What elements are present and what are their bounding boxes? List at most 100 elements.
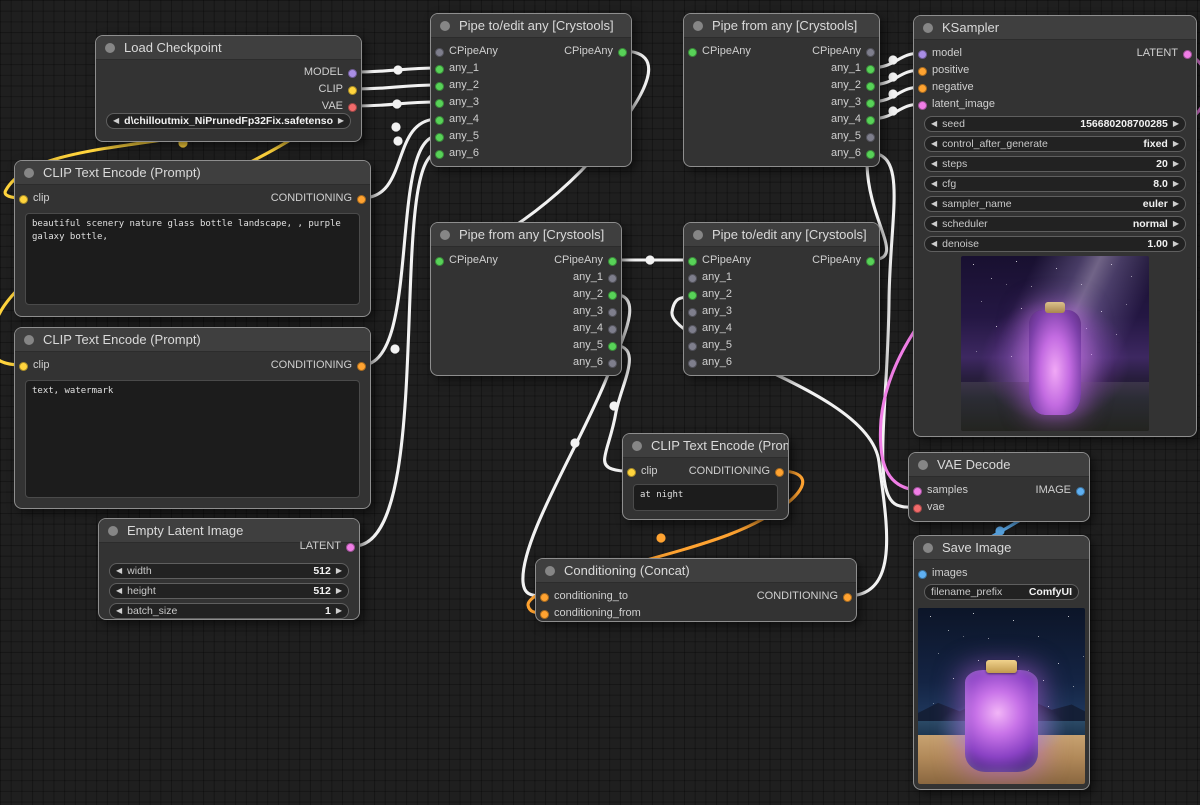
output-slot-conditioning-dot[interactable] <box>775 468 784 477</box>
widget-value[interactable]: ◀d\chilloutmix_NiPrunedFp32Fix.safetenso… <box>106 113 351 129</box>
input-slot-clip-dot[interactable] <box>627 468 636 477</box>
link-dot[interactable] <box>391 122 400 131</box>
node-title-bar[interactable]: CLIP Text Encode (Prompt) <box>623 434 788 458</box>
node-pipe-from-1[interactable]: Pipe from any [Crystools]CPipeAnyCPipeAn… <box>683 13 880 167</box>
output-slot-any_4-dot[interactable] <box>866 116 875 125</box>
input-slot-conditioning_to-dot[interactable] <box>540 593 549 602</box>
stepper-right-icon[interactable]: ▶ <box>336 567 342 575</box>
output-slot-conditioning-dot[interactable] <box>843 593 852 602</box>
link-dot[interactable] <box>888 89 897 98</box>
widget-filename_prefix[interactable]: filename_prefixComfyUI <box>924 584 1079 600</box>
node-clip-encode-3[interactable]: CLIP Text Encode (Prompt)clipCONDITIONIN… <box>622 433 789 520</box>
prompt-textarea[interactable]: text, watermark <box>25 380 360 498</box>
stepper-left-icon[interactable]: ◀ <box>116 567 122 575</box>
stepper-right-icon[interactable]: ▶ <box>1173 220 1179 228</box>
node-clip-encode-2[interactable]: CLIP Text Encode (Prompt)clipCONDITIONIN… <box>14 327 371 509</box>
input-slot-samples-dot[interactable] <box>913 487 922 496</box>
node-title-bar[interactable]: CLIP Text Encode (Prompt) <box>15 328 370 352</box>
output-slot-conditioning-dot[interactable] <box>357 362 366 371</box>
input-slot-any_3-dot[interactable] <box>435 99 444 108</box>
stepper-right-icon[interactable]: ▶ <box>1173 240 1179 248</box>
input-slot-cpipeany-dot[interactable] <box>688 48 697 57</box>
stepper-right-icon[interactable]: ▶ <box>1173 140 1179 148</box>
collapse-dot-icon[interactable] <box>693 230 703 240</box>
link-dot[interactable] <box>609 401 618 410</box>
stepper-right-icon[interactable]: ▶ <box>1173 180 1179 188</box>
output-slot-latent-dot[interactable] <box>346 543 355 552</box>
stepper-right-icon[interactable]: ▶ <box>1173 200 1179 208</box>
widget-sampler_name[interactable]: ◀sampler_nameeuler▶ <box>924 196 1186 212</box>
stepper-left-icon[interactable]: ◀ <box>113 117 119 125</box>
node-title-bar[interactable]: Save Image <box>914 536 1089 560</box>
node-title-bar[interactable]: Pipe from any [Crystools] <box>431 223 621 247</box>
stepper-left-icon[interactable]: ◀ <box>931 140 937 148</box>
link-dot[interactable] <box>888 72 897 81</box>
stepper-left-icon[interactable]: ◀ <box>931 180 937 188</box>
input-slot-vae-dot[interactable] <box>913 504 922 513</box>
input-slot-any_4-dot[interactable] <box>688 325 697 334</box>
input-slot-conditioning_from-dot[interactable] <box>540 610 549 619</box>
widget-width[interactable]: ◀width512▶ <box>109 563 349 579</box>
node-title-bar[interactable]: Pipe to/edit any [Crystools] <box>431 14 631 38</box>
node-load-checkpoint[interactable]: Load CheckpointMODELCLIPVAE◀d\chilloutmi… <box>95 35 362 142</box>
stepper-left-icon[interactable]: ◀ <box>116 587 122 595</box>
output-slot-any_3-dot[interactable] <box>866 99 875 108</box>
input-slot-cpipeany-dot[interactable] <box>435 48 444 57</box>
widget-seed[interactable]: ◀seed156680208700285▶ <box>924 116 1186 132</box>
input-slot-latent_image-dot[interactable] <box>918 101 927 110</box>
node-title-bar[interactable]: Load Checkpoint <box>96 36 361 60</box>
collapse-dot-icon[interactable] <box>632 441 642 451</box>
link-dot[interactable] <box>390 344 399 353</box>
stepper-left-icon[interactable]: ◀ <box>931 160 937 168</box>
output-slot-vae-dot[interactable] <box>348 103 357 112</box>
collapse-dot-icon[interactable] <box>923 23 933 33</box>
node-pipe-to-2[interactable]: Pipe to/edit any [Crystools]CPipeAnyCPip… <box>683 222 880 376</box>
output-slot-latent-dot[interactable] <box>1183 50 1192 59</box>
widget-denoise[interactable]: ◀denoise1.00▶ <box>924 236 1186 252</box>
input-slot-any_5-dot[interactable] <box>435 133 444 142</box>
collapse-dot-icon[interactable] <box>440 230 450 240</box>
prompt-textarea[interactable]: beautiful scenery nature glass bottle la… <box>25 213 360 305</box>
input-slot-clip-dot[interactable] <box>19 195 28 204</box>
widget-scheduler[interactable]: ◀schedulernormal▶ <box>924 216 1186 232</box>
collapse-dot-icon[interactable] <box>105 43 115 53</box>
stepper-right-icon[interactable]: ▶ <box>338 117 344 125</box>
output-slot-conditioning-dot[interactable] <box>357 195 366 204</box>
widget-batch_size[interactable]: ◀batch_size1▶ <box>109 603 349 619</box>
stepper-left-icon[interactable]: ◀ <box>931 240 937 248</box>
input-slot-any_5-dot[interactable] <box>688 342 697 351</box>
node-title-bar[interactable]: Pipe to/edit any [Crystools] <box>684 223 879 247</box>
input-slot-any_2-dot[interactable] <box>435 82 444 91</box>
widget-control_after_generate[interactable]: ◀control_after_generatefixed▶ <box>924 136 1186 152</box>
output-slot-image-dot[interactable] <box>1076 487 1085 496</box>
link-dot[interactable] <box>888 55 897 64</box>
stepper-left-icon[interactable]: ◀ <box>931 200 937 208</box>
output-slot-any_1-dot[interactable] <box>866 65 875 74</box>
collapse-dot-icon[interactable] <box>693 21 703 31</box>
node-title-bar[interactable]: VAE Decode <box>909 453 1089 477</box>
output-slot-any_5-dot[interactable] <box>608 342 617 351</box>
node-pipe-from-2[interactable]: Pipe from any [Crystools]CPipeAnyCPipeAn… <box>430 222 622 376</box>
input-slot-cpipeany-dot[interactable] <box>688 257 697 266</box>
input-slot-any_4-dot[interactable] <box>435 116 444 125</box>
collapse-dot-icon[interactable] <box>108 526 118 536</box>
output-slot-any_5-dot[interactable] <box>866 133 875 142</box>
widget-steps[interactable]: ◀steps20▶ <box>924 156 1186 172</box>
node-title-bar[interactable]: CLIP Text Encode (Prompt) <box>15 161 370 185</box>
output-slot-any_4-dot[interactable] <box>608 325 617 334</box>
node-title-bar[interactable]: KSampler <box>914 16 1196 40</box>
node-save-image[interactable]: Save Imageimagesfilename_prefixComfyUI <box>913 535 1090 790</box>
output-slot-cpipeany-dot[interactable] <box>618 48 627 57</box>
stepper-right-icon[interactable]: ▶ <box>336 607 342 615</box>
input-slot-positive-dot[interactable] <box>918 67 927 76</box>
output-slot-model-dot[interactable] <box>348 69 357 78</box>
node-ksampler[interactable]: KSamplermodelLATENTpositivenegativelaten… <box>913 15 1197 437</box>
input-slot-any_1-dot[interactable] <box>688 274 697 283</box>
node-graph-canvas[interactable]: Load CheckpointMODELCLIPVAE◀d\chilloutmi… <box>0 0 1200 805</box>
collapse-dot-icon[interactable] <box>24 168 34 178</box>
collapse-dot-icon[interactable] <box>440 21 450 31</box>
input-slot-any_6-dot[interactable] <box>688 359 697 368</box>
collapse-dot-icon[interactable] <box>545 566 555 576</box>
input-slot-clip-dot[interactable] <box>19 362 28 371</box>
node-cond-concat[interactable]: Conditioning (Concat)conditioning_toCOND… <box>535 558 857 622</box>
